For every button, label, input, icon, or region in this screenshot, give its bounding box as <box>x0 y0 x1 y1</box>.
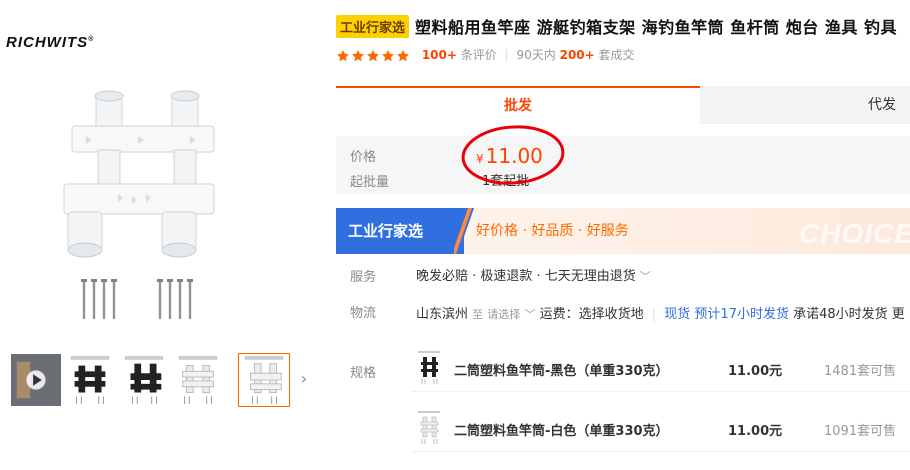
banner-slant-shape <box>454 208 474 254</box>
industrial-choice-tag: 工业行家选 <box>336 14 410 38</box>
thumbnail-black-holder[interactable] <box>64 353 116 407</box>
sales-count: 200+ <box>559 48 595 62</box>
sku-name: 二筒塑料鱼竿筒-黑色（单重330克） <box>454 364 669 379</box>
banner-title: 工业行家选 <box>336 208 464 254</box>
stock-status: 现货 <box>664 307 691 322</box>
purchase-mode-tabs: 批发 代发 <box>336 86 910 124</box>
industrial-choice-banner[interactable]: 工业行家选 好价格 · 好品质 · 好服务 CHOICE <box>336 208 910 254</box>
service-label: 服务 <box>350 270 377 285</box>
product-title-row: 工业行家选 塑料船用鱼竿座 游艇钓箱支架 海钓鱼竿筒 鱼杆筒 炮台 渔具 钓具 <box>336 14 910 38</box>
divider: | <box>504 48 509 62</box>
logistics-more[interactable]: 更 <box>892 307 905 322</box>
reviews-count[interactable]: 100+ <box>422 48 457 62</box>
tab-dropship[interactable]: 代发 <box>700 86 910 124</box>
sales-period: 90天内 <box>516 48 556 62</box>
moq-label: 起批量 <box>350 175 390 190</box>
price-highlight-circle <box>461 125 565 185</box>
thumbnail-video[interactable] <box>10 353 62 407</box>
sku-price: 11.00元 <box>728 364 783 379</box>
sku-stock: 1091套可售 <box>824 424 897 439</box>
thumbnail-white-holder-angle[interactable] <box>238 353 290 407</box>
chevron-down-icon[interactable]: ﹀ <box>524 308 535 321</box>
service-guarantees[interactable]: 晚发必赔 · 极速退款 · 七天无理由退货 ﹀ <box>416 265 651 284</box>
price-label: 价格 <box>350 150 377 165</box>
reviews-label[interactable]: 条评价 <box>461 48 497 62</box>
star-icon <box>382 49 394 61</box>
spec-label: 规格 <box>350 366 377 381</box>
thumbnail-strip: › <box>10 353 310 409</box>
sku-name: 二筒塑料鱼竿筒-白色（单重330克） <box>454 424 669 439</box>
thumbnail-next-arrow-icon[interactable]: › <box>297 369 311 391</box>
divider: | <box>651 307 657 322</box>
banner-watermark: CHOICE <box>799 218 910 249</box>
sku-price: 11.00元 <box>728 424 783 439</box>
logistics-row: 山东滨州 至 请选择 ﹀ 运费：选择收货地 | 现货 预计17小时发货 承诺48… <box>416 303 910 322</box>
star-icon <box>352 49 364 61</box>
sku-thumbnail <box>418 411 440 444</box>
sku-row-black[interactable]: 二筒塑料鱼竿筒-黑色（单重330克） 11.00元 1481套可售 <box>412 346 910 392</box>
ship-time: 预计17小时发货 <box>694 307 789 322</box>
rating-row: 100+ 条评价 | 90天内 200+ 套成交 <box>336 46 635 66</box>
product-main-image[interactable] <box>58 88 228 328</box>
price-box: 价格 ¥11.00 起批量 1套起批 <box>336 136 910 194</box>
star-icon <box>337 49 349 61</box>
banner-slogan: 好价格 · 好品质 · 好服务 <box>476 223 629 239</box>
chevron-down-icon: ﹀ <box>639 270 651 283</box>
ship-origin: 山东滨州 <box>416 307 469 322</box>
brand-logo: RICHWITS® <box>6 34 95 51</box>
logistics-label: 物流 <box>350 306 377 321</box>
product-title: 塑料船用鱼竿座 游艇钓箱支架 海钓鱼竿筒 鱼杆筒 炮台 渔具 钓具 <box>415 18 897 37</box>
destination-select[interactable]: 请选择 <box>487 308 520 321</box>
star-icon <box>367 49 379 61</box>
sku-thumbnail <box>418 351 440 384</box>
sku-stock: 1481套可售 <box>824 364 897 379</box>
sales-label: 套成交 <box>598 48 635 62</box>
sku-row-white[interactable]: 二筒塑料鱼竿筒-白色（单重330克） 11.00元 1091套可售 <box>412 406 910 452</box>
rating-stars <box>336 49 410 63</box>
ship-to-label: 至 <box>472 308 484 321</box>
shipping-fee: 运费：选择收货地 <box>539 307 644 322</box>
thumbnail-black-holder-angle[interactable] <box>118 353 170 407</box>
thumbnail-white-holder[interactable] <box>172 353 224 407</box>
star-icon <box>397 49 409 61</box>
tab-wholesale[interactable]: 批发 <box>336 86 700 124</box>
ship-promise: 承诺48小时发货 <box>793 307 888 322</box>
